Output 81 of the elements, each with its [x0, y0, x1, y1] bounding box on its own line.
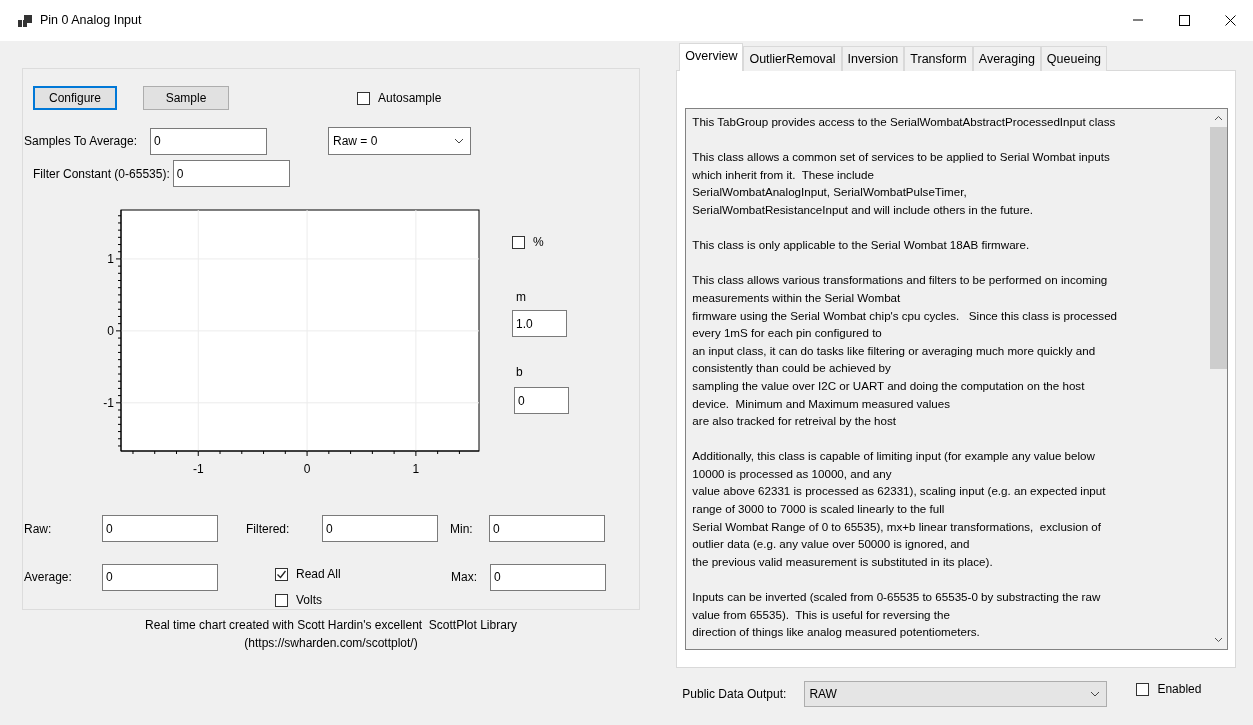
- text-line: device. Minimum and Maximum measured values: [692, 395, 952, 412]
- tab[interactable]: Overview: [679, 43, 744, 71]
- tick-label: -1: [192, 462, 204, 476]
- read-all-checkbox[interactable]: [275, 567, 288, 581]
- mode-dropdown[interactable]: Raw = 0: [327, 127, 471, 155]
- tab[interactable]: Transform: [904, 46, 973, 71]
- text-line: every 1mS for each pin configured to: [692, 325, 883, 342]
- field-label: Raw:: [24, 520, 53, 538]
- b-input[interactable]: 0: [514, 387, 569, 414]
- app-icon: [18, 14, 32, 27]
- text-line: consistently than could be achieved by: [692, 360, 892, 377]
- enabled-checkbox[interactable]: [1136, 682, 1150, 696]
- text-line: sampling the value over I2C or UART and doing the computation on the host: [692, 377, 1086, 394]
- field-label: Samples To Average:: [24, 133, 137, 150]
- autosample-checkbox[interactable]: [357, 91, 370, 105]
- credit-text: (https://swharden.com/scottplot/): [244, 635, 418, 652]
- dropdown-caret-icon: [453, 138, 464, 144]
- samples-input[interactable]: 0: [149, 127, 267, 155]
- text-line: Additionally, this class is capable of limiting input (for example any value below: [692, 448, 1096, 465]
- field-label: Filter Constant (0-65535):: [33, 165, 170, 183]
- tick-label: -1: [103, 395, 114, 410]
- close-icon[interactable]: [1224, 15, 1236, 26]
- tick-label: 1: [107, 251, 114, 266]
- text-line: Serial Wombat Range of 0 to 65535), mx+b linear transformations, exclusion of: [692, 518, 1102, 535]
- output-dropdown[interactable]: RAW: [804, 681, 1108, 707]
- text-line: direction of things like analog measured potentiometers.: [692, 624, 981, 641]
- m-input[interactable]: 1.0: [512, 310, 567, 337]
- text-line: This TabGroup provides access to the SerialWombatAbstractProcessedInput class: [692, 114, 1117, 130]
- reading-input[interactable]: 0: [102, 563, 218, 591]
- configure-button[interactable]: Configure: [33, 86, 117, 110]
- field-label: Public Data Output:: [682, 686, 787, 703]
- text-area[interactable]: [685, 108, 1229, 650]
- tick-label: 0: [107, 323, 114, 338]
- window-title: Pin 0 Analog Input: [40, 12, 143, 30]
- text-line: an input class, it can do tasks like filtering or averaging much more quickly and: [692, 342, 1097, 359]
- checkbox-label: %: [533, 234, 544, 251]
- text-line: firmware using the Serial Wombat chip's cpu cycles. Since this class is processed: [692, 307, 1119, 324]
- tick-label: 0: [303, 462, 311, 476]
- text-line: outlier data (e.g. any value over 50000 is ignored, and: [692, 536, 971, 553]
- checkbox-label: Autosample: [378, 90, 442, 107]
- text-line: measurements within the Serial Wombat: [692, 289, 902, 306]
- text-line: value from 65535). This is useful for reversing the: [692, 606, 951, 623]
- maximize-icon[interactable]: [1178, 15, 1190, 26]
- sample-button[interactable]: Sample: [143, 86, 229, 110]
- reading-input[interactable]: 0: [490, 563, 606, 591]
- text-line: which inherit from it. These include: [692, 166, 875, 183]
- field-label: Max:: [451, 569, 478, 586]
- text-line: value above 62331 is processed as 62331), scaling input (e.g. an expected input: [692, 483, 1107, 500]
- field-label: Average:: [24, 569, 73, 586]
- checkbox-label: Enabled: [1157, 681, 1202, 698]
- tab[interactable]: Inversion: [841, 46, 905, 71]
- reading-input[interactable]: 0: [322, 515, 438, 542]
- checkbox-label: Volts: [296, 592, 322, 609]
- tab[interactable]: Averaging: [972, 46, 1041, 71]
- scroll-up-icon: [1214, 115, 1224, 121]
- filter-input[interactable]: 0: [172, 160, 290, 187]
- dropdown-caret-icon: [1090, 691, 1101, 697]
- tick-label: 1: [412, 462, 420, 476]
- text-line: SerialWombatAnalogInput, SerialWombatPulseTimer,: [692, 184, 968, 201]
- text-line: the previous valid measurement is substituted in its place).: [692, 553, 994, 570]
- text-line: are also tracked for retreival by the host: [692, 413, 897, 430]
- reading-input[interactable]: 0: [489, 515, 605, 542]
- volts-checkbox[interactable]: [275, 593, 288, 607]
- percent-checkbox[interactable]: [512, 235, 525, 249]
- text-line: This class allows a common set of services to be applied to Serial Wombat inputs: [692, 149, 1111, 166]
- text-line: This class allows various transformations and filters to be performed on incoming: [692, 272, 1109, 289]
- field-label: b: [515, 364, 524, 381]
- tab[interactable]: Queueing: [1040, 46, 1108, 71]
- checkbox-label: Read All: [296, 566, 341, 583]
- field-label: m: [515, 289, 527, 306]
- text-line: range of 3000 to 7000 is scaled linearly to the full: [692, 501, 946, 518]
- tab[interactable]: OutlierRemoval: [743, 46, 842, 71]
- field-label: Min:: [450, 520, 474, 538]
- field-label: Filtered:: [246, 520, 291, 538]
- scroll-down-icon: [1214, 637, 1224, 643]
- text-line: Inputs can be inverted (scaled from 0-65535 to 65535-0 by substracting the raw: [692, 589, 1102, 606]
- text-line: This class is only applicable to the Serial Wombat 18AB firmware.: [692, 237, 1031, 254]
- text-line: SerialWombatResistanceInput and will include others in the future.: [692, 201, 1035, 218]
- credit-text: Real time chart created with Scott Hardin's excellent ScottPlot Library: [145, 617, 517, 634]
- text-line: 10000 is processed as 10000, and any: [692, 465, 893, 482]
- reading-input[interactable]: 0: [102, 515, 218, 542]
